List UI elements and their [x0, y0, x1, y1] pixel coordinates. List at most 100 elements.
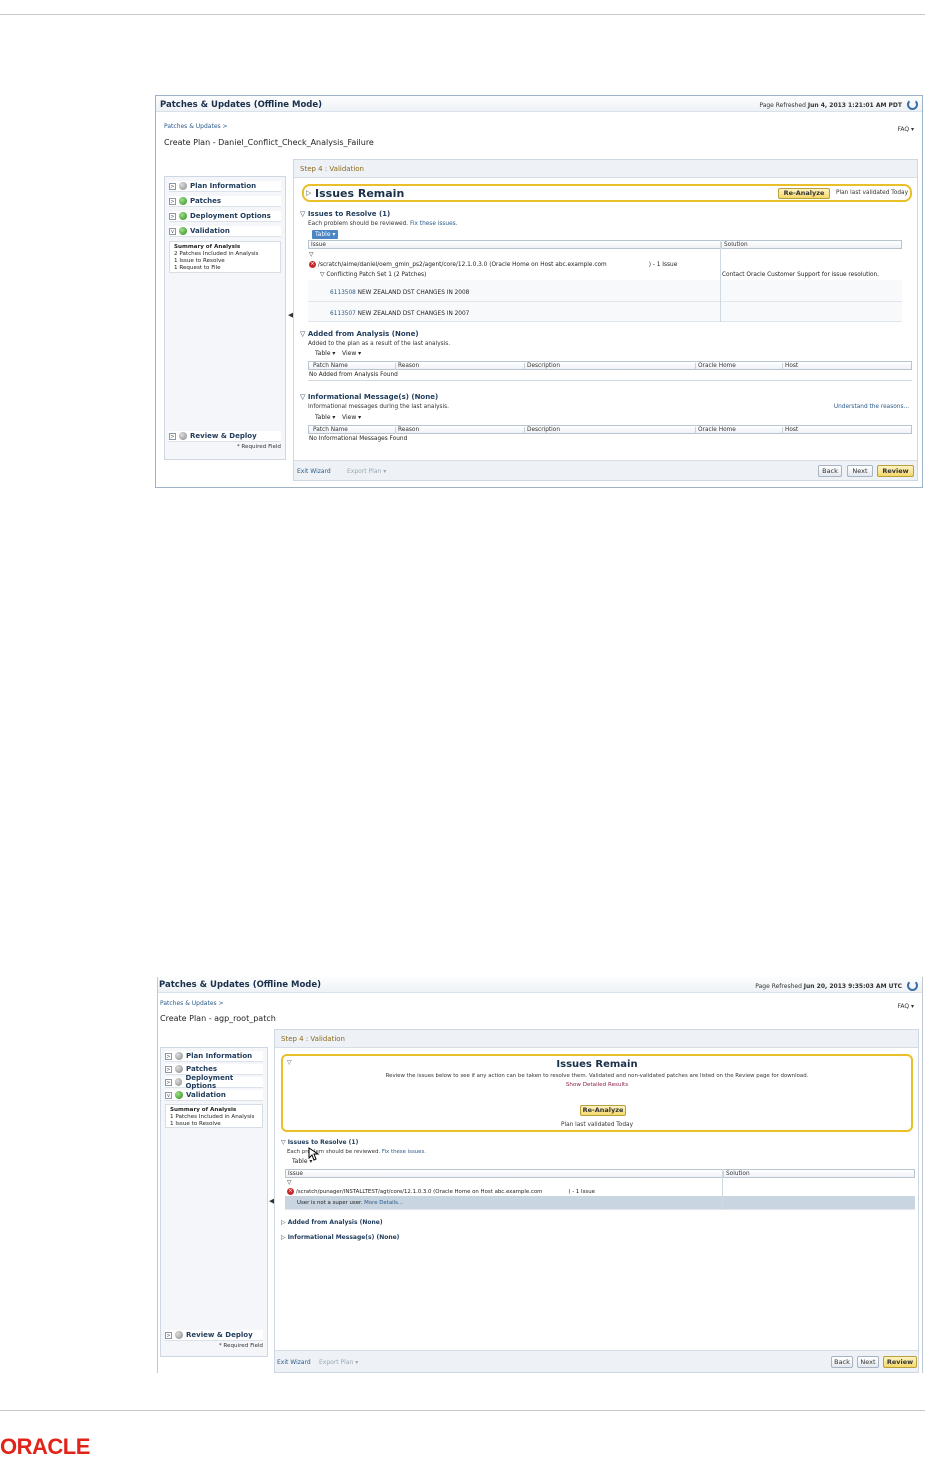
- more-details-link[interactable]: More Details...: [364, 1200, 403, 1206]
- expand-icon[interactable]: >: [169, 197, 176, 205]
- svg-text:ORACLE: ORACLE: [0, 1437, 90, 1457]
- view-menu[interactable]: View ▾: [339, 413, 364, 422]
- show-detailed-results-link[interactable]: Show Detailed Results: [283, 1082, 911, 1088]
- next-button[interactable]: Next: [847, 465, 873, 477]
- table-menu[interactable]: Table ▾: [312, 349, 338, 358]
- added-from-analysis-header[interactable]: ▽ Added from Analysis (None): [300, 330, 419, 338]
- fix-issues-link[interactable]: Fix these issues.: [410, 221, 458, 227]
- nav-deployment-options[interactable]: > Deployment Options: [165, 1074, 263, 1090]
- validation-panel: Step 4 : Validation ▷ Issues Remain Re-A…: [293, 159, 918, 481]
- export-plan-menu[interactable]: Export Plan ▾: [319, 1359, 358, 1366]
- issues-table-header: Issue Solution: [285, 1169, 915, 1178]
- col-reason[interactable]: Reason: [395, 427, 419, 434]
- collapse-triangle-icon: ▽: [300, 330, 308, 338]
- collapse-icon[interactable]: v: [169, 227, 176, 235]
- col-description[interactable]: Description: [524, 427, 560, 434]
- status-icon: [175, 1052, 183, 1060]
- col-issue[interactable]: Issue: [286, 1171, 303, 1178]
- collapse-triangle-icon: ▽: [300, 210, 308, 218]
- issue-detail-row[interactable]: User is not a super user. More Details..…: [297, 1200, 403, 1206]
- faq-menu[interactable]: FAQ ▾: [897, 126, 914, 133]
- issues-to-resolve-header[interactable]: ▽ Issues to Resolve (1): [300, 210, 390, 218]
- breadcrumb[interactable]: Patches & Updates >: [160, 1000, 224, 1007]
- back-button[interactable]: Back: [818, 465, 842, 477]
- page-refreshed: Page Refreshed Jun 4, 2013 1:21:01 AM PD…: [759, 102, 902, 109]
- empty-table-message: No Informational Messages Found: [309, 436, 408, 442]
- informational-messages-header[interactable]: ▽ Informational Message(s) (None): [300, 393, 438, 401]
- expand-icon[interactable]: >: [165, 1331, 172, 1339]
- exit-wizard-link[interactable]: Exit Wizard: [297, 468, 331, 475]
- issue-row[interactable]: ×/scratch/aime/daniel/oem_gmin_ps2/agent…: [309, 261, 677, 268]
- col-solution[interactable]: Solution: [721, 242, 748, 249]
- train-nav: > Plan Information > Patches > Deployment O…: [164, 176, 286, 460]
- added-description: Added to the plan as a result of the las…: [308, 341, 451, 347]
- column-divider: [722, 1169, 723, 1210]
- expand-triangle-icon[interactable]: ▽: [287, 1180, 291, 1186]
- patch-link[interactable]: 6113507: [330, 311, 356, 317]
- col-patch-name[interactable]: Patch Name: [311, 427, 348, 434]
- required-field-note: * Required Field: [236, 444, 281, 450]
- divider: [308, 380, 912, 381]
- refresh-icon[interactable]: [907, 980, 918, 991]
- informational-messages-header[interactable]: ▷ Informational Message(s) (None): [281, 1234, 399, 1241]
- fix-issues-link[interactable]: Fix these issues.: [382, 1149, 426, 1155]
- next-button[interactable]: Next: [857, 1356, 879, 1368]
- nav-validation[interactable]: v Validation: [165, 1090, 263, 1101]
- issues-to-resolve-header[interactable]: ▽ Issues to Resolve (1): [281, 1139, 358, 1146]
- collapse-triangle-icon: ▽: [300, 393, 308, 401]
- expand-icon[interactable]: >: [169, 432, 176, 440]
- col-description[interactable]: Description: [524, 363, 560, 370]
- col-oracle-home[interactable]: Oracle Home: [695, 427, 736, 434]
- expand-icon[interactable]: >: [169, 182, 176, 190]
- reanalyze-button[interactable]: Re-Analyze: [778, 188, 830, 199]
- view-menu[interactable]: View ▾: [339, 349, 364, 358]
- review-button[interactable]: Review: [877, 465, 914, 477]
- nav-patches[interactable]: > Patches: [169, 196, 281, 207]
- col-issue[interactable]: Issue: [309, 242, 326, 249]
- col-patch-name[interactable]: Patch Name: [311, 363, 348, 370]
- review-button[interactable]: Review: [883, 1356, 917, 1368]
- col-oracle-home[interactable]: Oracle Home: [695, 363, 736, 370]
- status-icon: [179, 432, 187, 440]
- export-plan-menu[interactable]: Export Plan ▾: [347, 468, 386, 475]
- exit-wizard-link[interactable]: Exit Wizard: [277, 1359, 311, 1366]
- check-icon: [175, 1091, 183, 1099]
- nav-plan-information[interactable]: > Plan Information: [165, 1051, 263, 1062]
- page-title: Create Plan - agp_root_patch: [160, 1014, 276, 1023]
- last-validated: Plan last validated Today: [560, 1122, 634, 1128]
- issues-table-header: Issue Solution: [308, 240, 902, 249]
- solution-cell: Contact Oracle Customer Support for issu…: [722, 272, 880, 278]
- table-menu[interactable]: Table ▾: [312, 413, 338, 422]
- issues-remain-banner: ▽ Issues Remain Review the issues below …: [281, 1054, 913, 1132]
- nav-plan-information[interactable]: > Plan Information: [169, 181, 281, 192]
- understand-reasons-link[interactable]: Understand the reasons...: [834, 404, 909, 410]
- conflict-set-row[interactable]: ▽ Conflicting Patch Set 1 (2 Patches): [320, 272, 426, 278]
- faq-menu[interactable]: FAQ ▾: [897, 1003, 914, 1010]
- mouse-cursor-icon: [308, 1147, 320, 1161]
- info-description: Informational messages during the last a…: [308, 404, 449, 410]
- nav-review-deploy[interactable]: > Review & Deploy: [169, 431, 281, 442]
- expand-triangle-icon[interactable]: ▷: [306, 189, 311, 197]
- expand-icon[interactable]: >: [165, 1078, 172, 1086]
- col-host[interactable]: Host: [782, 427, 798, 434]
- expand-icon[interactable]: >: [165, 1052, 172, 1060]
- refresh-icon[interactable]: [907, 99, 918, 110]
- table-menu[interactable]: Table ▾: [312, 230, 339, 239]
- issue-row[interactable]: ×/scratch/punager/INSTALLTEST/agt/core/1…: [287, 1188, 595, 1195]
- patch-link[interactable]: 6113508: [330, 290, 356, 296]
- col-reason[interactable]: Reason: [395, 363, 419, 370]
- breadcrumb[interactable]: Patches & Updates >: [164, 123, 228, 130]
- added-from-analysis-header[interactable]: ▷ Added from Analysis (None): [281, 1219, 383, 1226]
- expand-triangle-icon[interactable]: ▽: [309, 252, 313, 258]
- reanalyze-button[interactable]: Re-Analyze: [580, 1105, 626, 1116]
- status-icon: [179, 182, 187, 190]
- col-host[interactable]: Host: [782, 363, 798, 370]
- back-button[interactable]: Back: [831, 1356, 853, 1368]
- nav-deployment-options[interactable]: > Deployment Options: [169, 211, 281, 222]
- expand-icon[interactable]: >: [169, 212, 176, 220]
- nav-review-deploy[interactable]: > Review & Deploy: [165, 1330, 263, 1341]
- collapse-icon[interactable]: v: [165, 1091, 172, 1099]
- col-solution[interactable]: Solution: [723, 1171, 750, 1178]
- expand-icon[interactable]: >: [165, 1065, 172, 1073]
- nav-validation[interactable]: v Validation: [169, 226, 281, 237]
